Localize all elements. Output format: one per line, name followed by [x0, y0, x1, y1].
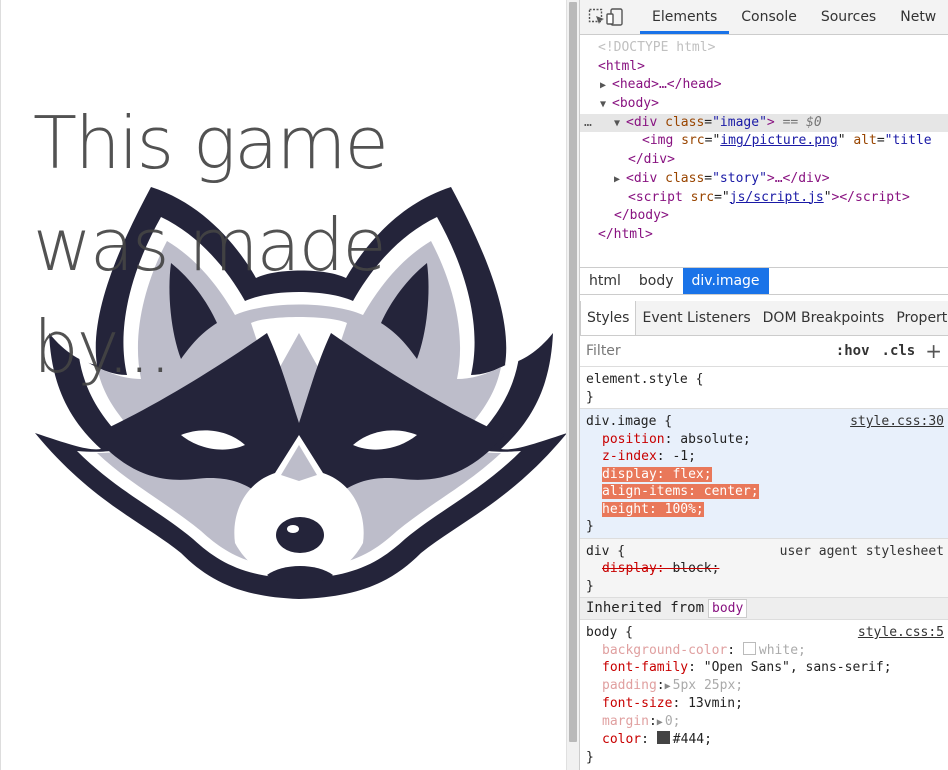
tab-sources[interactable]: Sources	[809, 0, 888, 34]
subtab-dom-breakpoints[interactable]: DOM Breakpoints	[757, 301, 891, 335]
breadcrumb-html[interactable]: html	[580, 268, 630, 294]
dom-head[interactable]: ▶ <head>…</head>	[580, 76, 948, 95]
page-viewport: This game was made by...	[0, 0, 566, 770]
collapse-triangle-icon[interactable]: ▼	[600, 96, 612, 115]
rule-body: body { style.css:5 background-color: whi…	[580, 620, 948, 768]
tab-elements[interactable]: Elements	[640, 0, 730, 34]
device-toolbar-icon[interactable]	[606, 0, 624, 34]
breadcrumb-body[interactable]: body	[630, 268, 683, 294]
decl-font-size[interactable]: font-size: 13vmin;	[586, 695, 942, 713]
cls-toggle[interactable]: .cls	[882, 343, 916, 359]
decl-color[interactable]: color: #444;	[586, 731, 942, 749]
doctype-text: <!DOCTYPE html>	[598, 40, 716, 55]
img-src-link[interactable]: img/picture.png	[720, 133, 837, 148]
new-style-rule-icon[interactable]: +	[925, 341, 942, 361]
img-src-attr: src	[681, 133, 705, 149]
breadcrumb-div-image[interactable]: div.image	[682, 268, 769, 294]
decl-padding[interactable]: padding:▶ 5px 25px;	[586, 677, 942, 696]
rule-div-ua: div { user agent stylesheet display: blo…	[580, 538, 948, 598]
dom-div-close[interactable]: </div>	[580, 151, 948, 170]
decl-margin[interactable]: margin:▶ 0;	[586, 713, 942, 732]
decl-z-index[interactable]: z-index: -1;	[586, 448, 942, 466]
selected-marker: == $0	[782, 114, 822, 130]
close-brace: }	[586, 389, 594, 405]
page-headline: This game was made by...	[33, 101, 389, 389]
inherited-label: Inherited from	[586, 599, 705, 616]
decl-align-items[interactable]: align-items: center;	[586, 483, 942, 501]
subtab-event-listeners[interactable]: Event Listeners	[636, 301, 756, 335]
more-icon[interactable]: …	[584, 114, 592, 133]
element-style-selector[interactable]: element.style {	[586, 371, 942, 389]
dom-script[interactable]: <script src="js/script.js"></script>	[580, 189, 948, 208]
div-story-value: "story"	[712, 170, 767, 186]
decl-position[interactable]: position: absolute;	[586, 431, 942, 449]
img-alt-value: "title	[884, 133, 932, 149]
collapse-triangle-icon[interactable]: ▼	[614, 115, 626, 134]
decl-display-block: display: block;	[602, 561, 720, 576]
div-tag-name: div	[633, 114, 658, 130]
tab-network[interactable]: Netw	[888, 0, 948, 34]
devtools-tabbar: Elements Console Sources Netw	[580, 0, 948, 35]
div-class-value: "image"	[712, 114, 767, 130]
styles-rules: element.style { } div.image { style.css:…	[580, 367, 948, 768]
dom-img[interactable]: <img src="img/picture.png" alt="title	[580, 132, 948, 151]
close-brace: }	[586, 519, 594, 534]
expand-triangle-icon[interactable]: ▶	[614, 171, 626, 190]
hov-toggle[interactable]: :hov	[836, 343, 870, 359]
expand-triangle-icon[interactable]: ▶	[665, 678, 671, 696]
dom-div-story[interactable]: ▶ <div class="story">…</div>	[580, 170, 948, 189]
body-close-tag: </body>	[614, 208, 669, 224]
img-alt-attr: alt	[853, 133, 877, 149]
dom-body[interactable]: ▼ <body>	[580, 95, 948, 114]
script-src-link[interactable]: js/script.js	[730, 190, 824, 205]
html-close-tag: </html>	[598, 226, 653, 242]
dom-html-close[interactable]: </html>	[580, 226, 948, 245]
close-brace: }	[586, 578, 594, 594]
dom-html[interactable]: <html>	[580, 58, 948, 77]
breadcrumb: html body div.image	[580, 267, 948, 295]
body-source-link[interactable]: style.css:5	[858, 624, 944, 642]
color-swatch-white[interactable]	[742, 641, 756, 655]
styles-filter-bar: Filter :hov .cls +	[580, 336, 948, 367]
expand-triangle-icon[interactable]: ▶	[600, 77, 612, 96]
dom-div-image[interactable]: … ▼ <div class="image"> == $0	[580, 113, 948, 134]
inherited-body-link[interactable]: body	[708, 598, 748, 619]
scrollbar-thumb[interactable]	[569, 2, 577, 742]
expand-triangle-icon[interactable]: ▶	[657, 714, 663, 732]
user-agent-label: user agent stylesheet	[779, 543, 944, 559]
devtools-panel: Elements Console Sources Netw <!DOCTYPE …	[579, 0, 948, 770]
styles-subtabbar: Styles Event Listeners DOM Breakpoints P…	[580, 301, 948, 336]
color-swatch-444[interactable]	[656, 731, 670, 744]
dom-tree: <!DOCTYPE html> <html> ▶ <head>…</head> ▼…	[580, 35, 948, 267]
decl-background-color[interactable]: background-color: white;	[586, 641, 942, 660]
div-story-rest: >…</div>	[766, 170, 830, 186]
close-brace: }	[586, 749, 594, 765]
body-open-tag: <body>	[612, 96, 659, 112]
rule-element-style: element.style { }	[580, 367, 948, 409]
head-tag: <head>…</head>	[612, 77, 722, 93]
dom-doctype[interactable]: <!DOCTYPE html>	[580, 39, 948, 58]
div-class-attr: class	[665, 114, 705, 130]
subtab-properties[interactable]: Propert	[890, 301, 948, 335]
inspect-element-icon[interactable]	[588, 0, 606, 34]
rule-div-image: div.image { style.css:30 position: absol…	[580, 409, 948, 539]
decl-height[interactable]: height: 100%;	[586, 501, 942, 519]
tab-console[interactable]: Console	[729, 0, 809, 34]
html-open-tag: <html>	[598, 58, 645, 74]
dom-body-close[interactable]: </body>	[580, 207, 948, 226]
filter-input[interactable]: Filter	[586, 343, 836, 359]
div-close-tag: </div>	[628, 152, 675, 168]
subtab-styles[interactable]: Styles	[580, 301, 637, 335]
page-scrollbar[interactable]	[566, 0, 579, 770]
decl-display[interactable]: display: flex;	[586, 466, 942, 484]
decl-font-family[interactable]: font-family: "Open Sans", sans-serif;	[586, 659, 942, 677]
div-image-source-link[interactable]: style.css:30	[850, 413, 944, 431]
inherited-header: Inherited from body	[580, 598, 948, 620]
